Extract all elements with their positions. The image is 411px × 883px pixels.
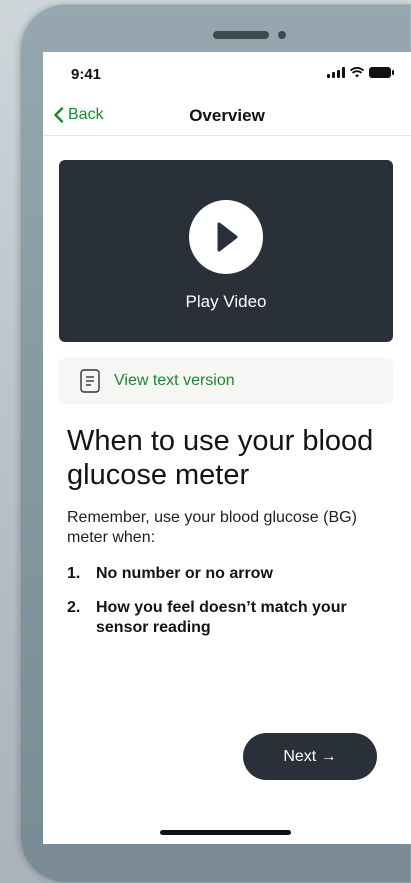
status-icons <box>327 67 394 78</box>
play-button[interactable] <box>189 200 263 274</box>
list-item: 2. How you feel doesn’t match your senso… <box>67 598 387 638</box>
list-item-number: 1. <box>67 565 81 582</box>
wifi-icon <box>350 67 364 78</box>
status-time: 9:41 <box>71 66 102 83</box>
home-indicator[interactable] <box>160 830 291 835</box>
navigation-bar: Back Overview <box>43 96 411 136</box>
list-item-text: No number or no arrow <box>96 565 273 582</box>
play-icon <box>217 222 238 252</box>
front-camera <box>278 31 286 39</box>
speaker-grille <box>213 31 269 39</box>
video-player[interactable]: Play Video <box>59 160 393 342</box>
video-label: Play Video <box>185 292 267 311</box>
phone-screen: 9:41 Back Overview Play Video View text … <box>43 52 411 844</box>
list-item-number: 2. <box>67 599 81 616</box>
view-text-version-button[interactable]: View text version <box>59 358 393 404</box>
next-button[interactable]: Next → <box>243 733 377 780</box>
list-item: 1. No number or no arrow <box>67 564 387 584</box>
usage-list: 1. No number or no arrow 2. How you feel… <box>67 564 387 652</box>
signal-icon <box>327 67 345 78</box>
page-title: Overview <box>189 106 265 125</box>
section-heading: When to use your blood glucose meter <box>67 425 374 491</box>
list-item-text: How you feel doesn’t match your sensor r… <box>96 599 347 636</box>
intro-text: Remember, use your blood glucose (BG) me… <box>67 509 357 546</box>
battery-icon <box>369 67 394 78</box>
document-icon <box>80 369 100 393</box>
view-text-version-label: View text version <box>114 372 235 389</box>
